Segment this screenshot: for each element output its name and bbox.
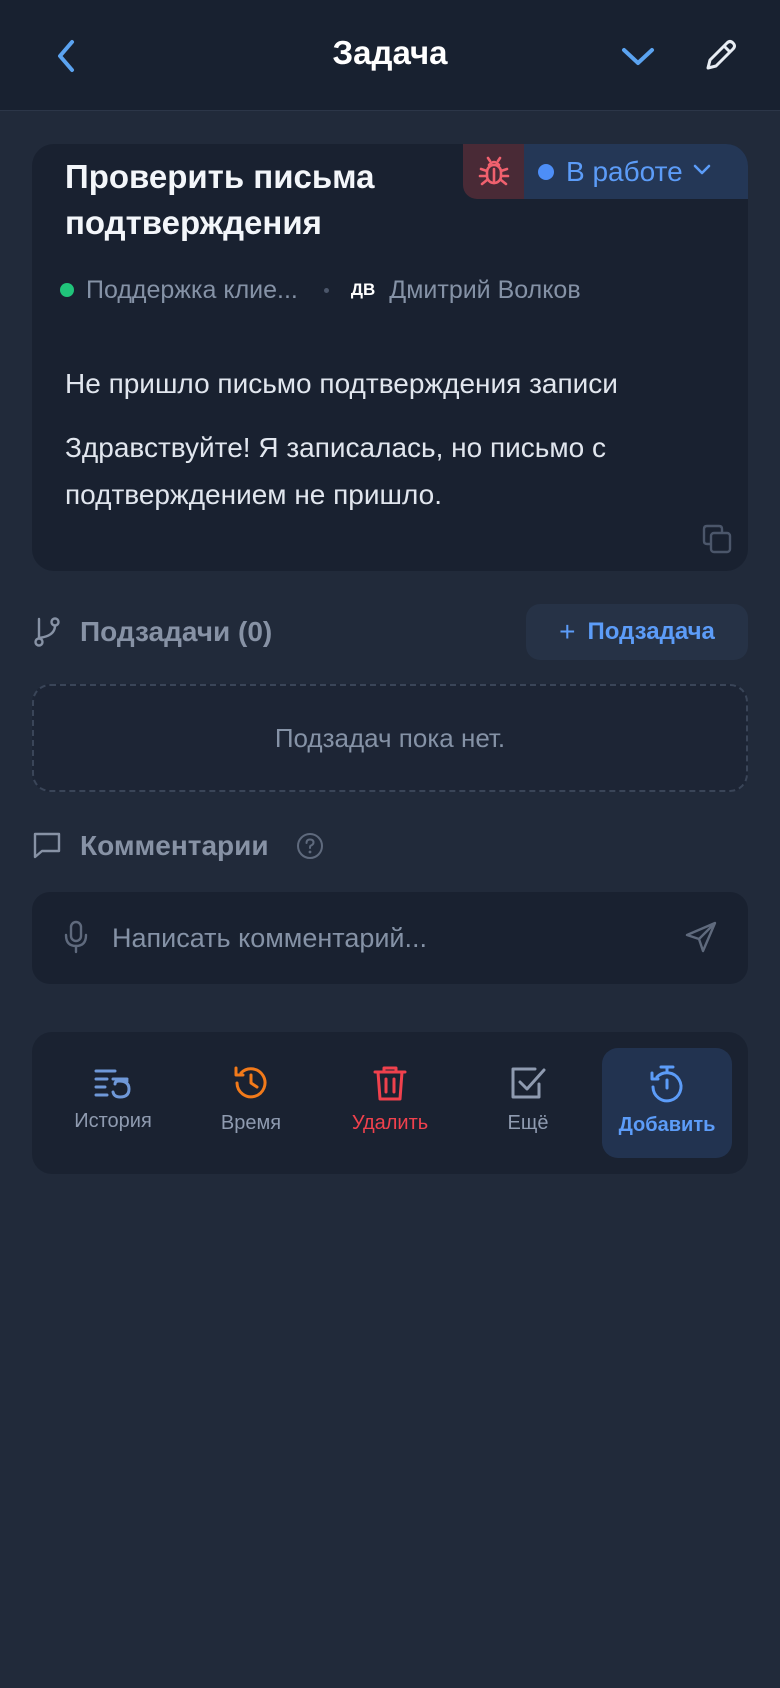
more-label: Ещё xyxy=(507,1112,549,1134)
edit-button[interactable] xyxy=(700,36,740,76)
add-subtask-button[interactable]: + Подзадача xyxy=(526,604,748,660)
subtasks-label: Подзадачи (0) xyxy=(80,616,273,647)
project-name[interactable]: Поддержка клие... xyxy=(86,276,298,305)
clock-history-icon xyxy=(234,1066,267,1099)
history-label: История xyxy=(74,1110,152,1132)
git-branch-icon xyxy=(34,617,60,647)
top-bar: Задача xyxy=(0,0,780,111)
meta-separator xyxy=(323,287,329,293)
subtasks-empty-text: Подзадач пока нет. xyxy=(274,722,506,753)
assignee-name[interactable]: Дмитрий Волков xyxy=(389,276,580,305)
copy-button[interactable] xyxy=(700,522,734,556)
help-circle-icon[interactable] xyxy=(296,832,324,860)
delete-button[interactable]: Удалить xyxy=(325,1048,455,1158)
assignee-avatar: ДВ xyxy=(350,280,376,299)
checkbox-icon xyxy=(511,1067,546,1099)
plus-icon: + xyxy=(559,616,576,647)
history-list-icon xyxy=(94,1069,131,1099)
description-body: Здравствуйте! Я записалась, но письмо с … xyxy=(65,432,606,510)
delete-label: Удалить xyxy=(351,1112,429,1134)
subtasks-empty-state: Подзадач пока нет. xyxy=(32,684,748,792)
description-title: Не пришло письмо подтверждения записи xyxy=(65,368,618,399)
trash-icon xyxy=(373,1066,407,1101)
chevron-down-icon xyxy=(622,48,654,65)
add-time-button[interactable]: Добавить xyxy=(602,1048,732,1158)
task-card: Проверить письма подтверждения В работе … xyxy=(32,144,748,571)
comments-label: Комментарии xyxy=(80,830,269,861)
task-meta: Поддержка клие... ДВ Дмитрий Волков xyxy=(60,274,581,306)
add-subtask-label: Подзадача xyxy=(587,618,715,645)
timer-add-icon xyxy=(650,1065,683,1103)
status-label: В работе xyxy=(566,155,683,187)
task-title: Проверить письма подтверждения xyxy=(65,158,375,241)
comment-input[interactable] xyxy=(112,912,672,964)
chevron-left-icon xyxy=(58,40,74,72)
page-title: Задача xyxy=(332,34,448,71)
action-bar: История Время Удалить Ещё Добавить xyxy=(32,1032,748,1174)
task-type-badge[interactable] xyxy=(463,144,524,199)
chevron-down-icon xyxy=(693,164,711,175)
bug-icon xyxy=(478,156,509,185)
time-button[interactable]: Время xyxy=(186,1048,316,1158)
subtasks-header: Подзадачи (0) + Подзадача xyxy=(32,604,748,660)
history-button[interactable]: История xyxy=(48,1048,178,1158)
back-button[interactable] xyxy=(48,36,84,76)
status-dot xyxy=(538,163,554,180)
comment-bubble-icon xyxy=(33,832,61,859)
microphone-icon[interactable] xyxy=(62,920,90,954)
add-time-label: Добавить xyxy=(618,1114,716,1136)
more-button[interactable]: Ещё xyxy=(463,1048,593,1158)
comment-composer xyxy=(32,892,748,984)
collapse-button[interactable] xyxy=(618,38,658,74)
comments-header: Комментарии xyxy=(32,828,748,868)
project-color-dot xyxy=(60,283,74,297)
pencil-icon xyxy=(706,40,736,70)
copy-icon xyxy=(702,524,732,554)
send-icon[interactable] xyxy=(684,920,718,954)
time-label: Время xyxy=(220,1112,282,1134)
status-dropdown[interactable]: В работе xyxy=(524,144,748,199)
